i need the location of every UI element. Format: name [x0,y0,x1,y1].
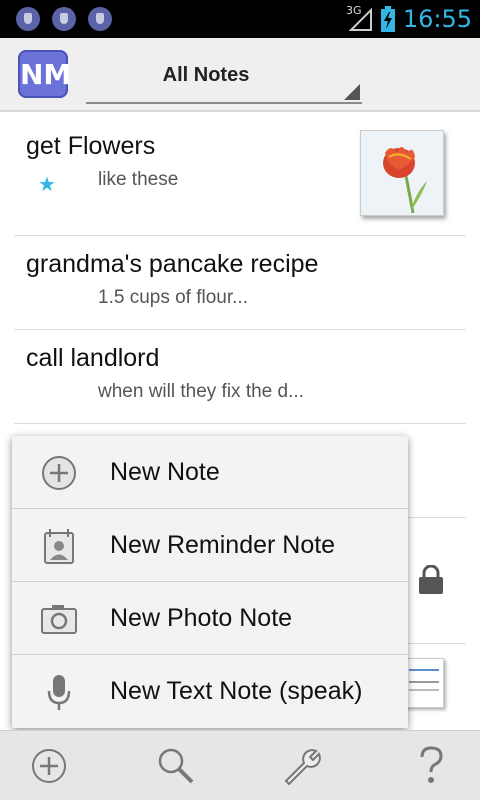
note-item[interactable]: get Flowers ★ like these [14,112,466,236]
note-thumbnail[interactable] [404,658,444,708]
note-subtitle: like these [98,169,179,190]
help-icon[interactable] [410,745,452,787]
dropdown-triangle-icon [344,84,360,100]
add-circle-icon [42,456,76,490]
logo-text: NM [20,58,72,91]
menu-item-new-note[interactable]: New Note [12,436,408,509]
note-subtitle: 1.5 cups of flour... [98,287,248,308]
settings-wrench-icon[interactable] [282,745,324,787]
status-bar: 3G 16:55 [0,0,480,38]
note-item[interactable]: grandma's pancake recipe 1.5 cups of flo… [14,236,466,330]
menu-item-new-text-note-speak[interactable]: New Text Note (speak) [12,655,408,728]
note-thumbnail[interactable] [360,130,444,216]
menu-item-label: New Note [110,458,220,486]
notes-filter-dropdown[interactable]: All Notes [86,52,362,104]
app-notification-icon [88,7,112,31]
bottom-action-bar [0,730,480,800]
menu-item-label: New Text Note (speak) [110,677,363,705]
note-subtitle: when will they fix the d... [98,381,304,402]
new-note-menu: New Note New Reminder Note New Photo Not… [12,436,408,728]
battery-charging-icon [380,6,395,32]
microphone-icon [47,675,71,710]
app-header: NM All Notes [0,38,480,112]
filter-label: All Notes [162,64,250,86]
note-title: grandma's pancake recipe [26,250,319,278]
camera-icon [41,605,77,634]
signal-icon [348,7,372,31]
note-title: get Flowers [26,132,156,160]
search-icon[interactable] [154,745,196,787]
app-notification-icon [16,7,40,31]
star-icon[interactable]: ★ [38,172,56,197]
note-title: call landlord [26,344,160,372]
menu-item-label: New Photo Note [110,604,293,632]
add-icon[interactable] [28,745,70,787]
app-notification-icon [52,7,76,31]
menu-item-label: New Reminder Note [110,531,336,559]
menu-item-new-reminder-note[interactable]: New Reminder Note [12,509,408,582]
app-logo[interactable]: NM [18,50,72,98]
note-item[interactable]: call landlord when will they fix the d..… [14,330,466,424]
calendar-contact-icon [44,529,74,564]
clock: 16:55 [402,5,472,33]
menu-item-new-photo-note[interactable]: New Photo Note [12,582,408,655]
tulip-image [361,131,443,215]
lock-icon [419,565,443,594]
